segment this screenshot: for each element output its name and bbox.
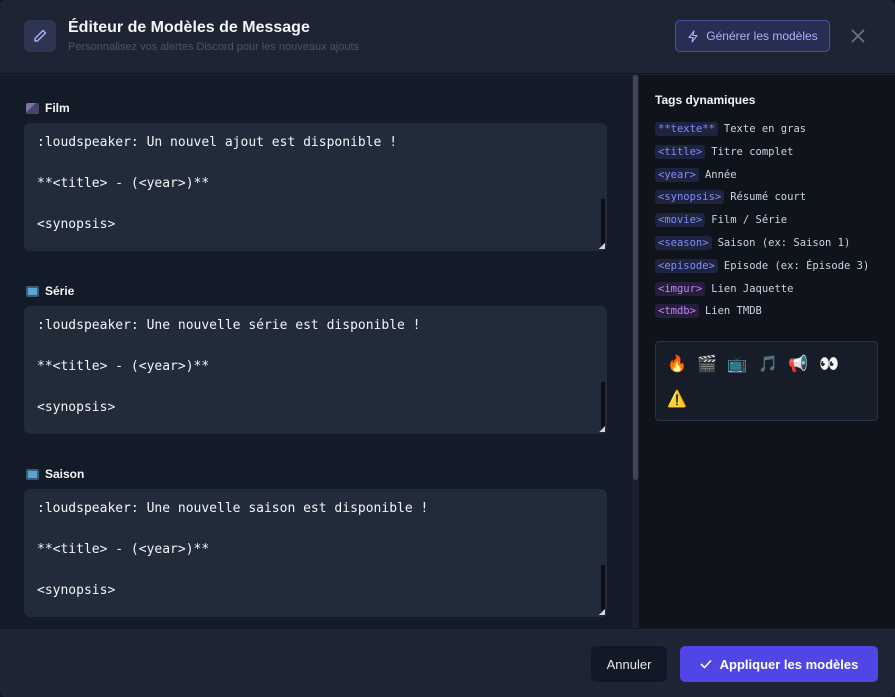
- loudspeaker-emoji-icon[interactable]: 📢: [787, 353, 809, 375]
- eyes-emoji-icon[interactable]: 👀: [818, 353, 840, 375]
- textarea-scrollbar[interactable]: [601, 199, 605, 245]
- clapper-icon: [26, 102, 39, 114]
- cancel-button[interactable]: Annuler: [591, 646, 667, 682]
- film-template-textarea[interactable]: :loudspeaker: Un nouvel ajout est dispon…: [24, 123, 607, 251]
- tag-row[interactable]: <episode> Episode (ex: Épisode 3): [655, 257, 869, 275]
- tag-row[interactable]: <tmdb> Lien TMDB: [655, 302, 762, 320]
- generate-templates-button[interactable]: Générer les modèles: [675, 20, 830, 52]
- section-label-saison: Saison: [26, 467, 84, 481]
- tag-row[interactable]: <year> Année: [655, 166, 737, 184]
- textarea-scrollbar[interactable]: [601, 565, 605, 611]
- resize-handle[interactable]: [599, 243, 605, 249]
- sidebar-title: Tags dynamiques: [655, 93, 756, 107]
- clapper-emoji-icon[interactable]: 🎬: [696, 353, 718, 375]
- serie-template-textarea[interactable]: :loudspeaker: Une nouvelle série est dis…: [24, 306, 607, 434]
- tag-row[interactable]: <season> Saison (ex: Saison 1): [655, 234, 850, 252]
- tv-emoji-icon[interactable]: 📺: [726, 353, 748, 375]
- close-icon[interactable]: [846, 24, 870, 48]
- pencil-icon: [24, 20, 56, 52]
- apply-templates-button[interactable]: Appliquer les modèles: [680, 646, 878, 682]
- apply-label: Appliquer les modèles: [719, 656, 859, 672]
- lightning-icon: [688, 29, 698, 43]
- check-icon: [700, 659, 712, 669]
- music-emoji-icon[interactable]: 🎵: [757, 353, 779, 375]
- templates-panel: Film :loudspeaker: Un nouvel ajout est d…: [0, 75, 632, 628]
- section-label-serie: Série: [26, 284, 74, 298]
- tag-row[interactable]: <imgur> Lien Jaquette: [655, 280, 793, 298]
- tag-row[interactable]: <title> Titre complet: [655, 143, 793, 161]
- generate-label: Générer les modèles: [706, 29, 818, 43]
- tv-icon: [26, 468, 39, 480]
- scrollbar-thumb[interactable]: [633, 75, 638, 480]
- modal-subtitle: Personnalisez vos alertes Discord pour l…: [68, 41, 360, 53]
- tag-row[interactable]: <synopsis> Résumé court: [655, 188, 806, 206]
- modal-header: Éditeur de Modèles de Message Personnali…: [0, 0, 895, 74]
- saison-template-textarea[interactable]: :loudspeaker: Une nouvelle saison est di…: [24, 489, 607, 617]
- template-editor-modal: Éditeur de Modèles de Message Personnali…: [0, 0, 895, 697]
- emoji-picker: 🔥 🎬 📺 🎵 📢 👀 ⚠️: [655, 341, 878, 421]
- tv-icon: [26, 285, 39, 297]
- modal-footer: Annuler Appliquer les modèles: [0, 628, 895, 697]
- main-scrollbar[interactable]: [632, 75, 639, 628]
- tags-sidebar: Tags dynamiques **texte** Texte en gras …: [639, 75, 895, 628]
- fire-emoji-icon[interactable]: 🔥: [666, 353, 688, 375]
- modal-title: Éditeur de Modèles de Message: [68, 19, 310, 36]
- tag-row[interactable]: <movie> Film / Série: [655, 211, 787, 229]
- resize-handle[interactable]: [599, 609, 605, 615]
- section-label-film: Film: [26, 101, 70, 115]
- tag-row[interactable]: **texte** Texte en gras: [655, 120, 806, 138]
- resize-handle[interactable]: [599, 426, 605, 432]
- textarea-scrollbar[interactable]: [601, 382, 605, 428]
- warning-emoji-icon[interactable]: ⚠️: [666, 388, 688, 410]
